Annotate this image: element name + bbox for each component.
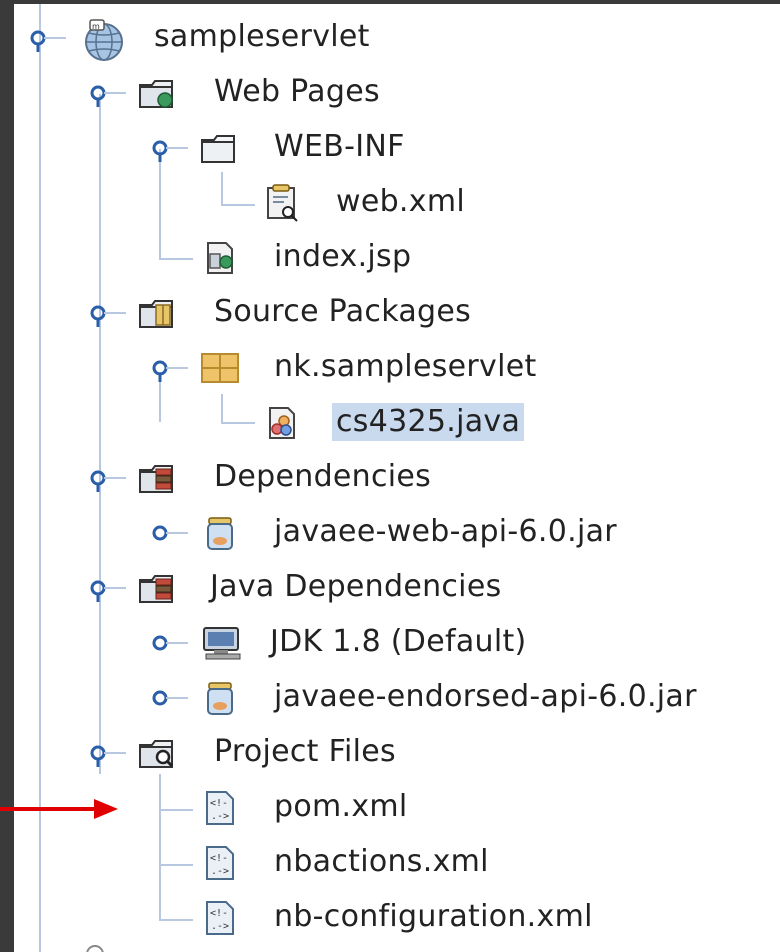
tree-node-label: javaee-web-api-6.0.jar [274,514,617,549]
tree-node-label: sampleservlet [154,19,370,54]
project-files-folder-icon [139,740,174,768]
partial-node-icon [86,945,104,952]
tree-node-java-file[interactable]: cs4325.java [14,397,780,447]
tree-node-java-dependencies[interactable]: Java Dependencies [14,562,780,612]
tree-node-nbactions-xml[interactable]: <!- .-> nbactions.xml [14,837,780,887]
tree-node-jdk[interactable]: JDK 1.8 (Default) [14,617,780,667]
tree-node-label: Dependencies [214,459,432,494]
jsp-file-icon [207,242,233,274]
library-folder-icon [139,465,173,493]
library-folder-icon [139,575,173,603]
collapse-toggle-icon[interactable] [86,576,126,602]
tree-node-label: Java Dependencies [210,569,502,604]
xml-file-icon: <!- .-> [206,901,234,935]
jar-icon [207,517,233,550]
collapse-toggle-icon[interactable] [86,466,126,492]
svg-text:<!-: <!- [210,798,228,809]
tree-node-dependencies[interactable]: Dependencies [14,452,780,502]
tree-node-pom-xml[interactable]: <!- .-> pom.xml [14,782,780,832]
collapse-toggle-icon[interactable] [148,356,188,382]
tree-node-label: nbactions.xml [274,844,489,879]
tree-node-endorsed-jar[interactable]: javaee-endorsed-api-6.0.jar [14,672,780,722]
collapse-toggle-icon[interactable] [26,26,66,52]
tree-node-label: JDK 1.8 (Default) [270,624,527,659]
tree-node-label: javaee-endorsed-api-6.0.jar [274,679,697,714]
expand-toggle-icon[interactable] [148,686,188,710]
xml-file-icon: <!- .-> [206,846,234,880]
svg-text:<!-: <!- [210,908,228,919]
collapse-toggle-icon[interactable] [86,741,126,767]
tree-node-label: Source Packages [214,294,472,329]
project-explorer-tree: m sampleservlet Web Pages WEB-INF web.xm… [14,4,780,952]
tree-node-sampleservlet[interactable]: m sampleservlet [14,12,780,62]
xml-config-icon [267,184,298,222]
jar-icon [207,682,233,715]
tree-node-web-xml[interactable]: web.xml [14,177,780,227]
svg-text:<!-: <!- [210,853,228,864]
folder-icon [201,135,235,163]
tree-node-project-files[interactable]: Project Files [14,727,780,777]
tree-node-label: web.xml [336,184,465,219]
globe-project-icon: m [85,19,123,61]
collapse-toggle-icon[interactable] [86,81,126,107]
xml-file-icon: <!- .-> [206,791,234,825]
tree-node-label: index.jsp [274,239,412,274]
web-folder-icon [139,80,173,108]
expand-toggle-icon[interactable] [148,521,188,545]
tree-node-index-jsp[interactable]: index.jsp [14,232,780,282]
package-icon [201,353,239,383]
tree-node-label: pom.xml [274,789,408,824]
svg-text:.->: .-> [211,811,229,822]
jdk-monitor-icon [203,627,241,660]
source-folder-icon [139,300,173,328]
tree-node-label: nb-configuration.xml [274,899,593,934]
tree-node-source-packages[interactable]: Source Packages [14,287,780,337]
tree-node-label: nk.sampleservlet [274,349,537,384]
tree-node-label: WEB-INF [274,129,405,164]
tree-node-label: Project Files [214,734,396,769]
expand-toggle-icon[interactable] [148,631,188,655]
svg-text:m: m [92,22,100,31]
svg-text:.->: .-> [211,921,229,932]
java-file-icon [269,407,295,439]
tree-node-web-pages[interactable]: Web Pages [14,67,780,117]
svg-text:.->: .-> [211,866,229,877]
tree-node-package[interactable]: nk.sampleservlet [14,342,780,392]
tree-node-label: Web Pages [214,74,380,109]
tree-node-web-inf[interactable]: WEB-INF [14,122,780,172]
annotation-arrow-icon [0,799,118,819]
tree-node-dep-jar[interactable]: javaee-web-api-6.0.jar [14,507,780,557]
collapse-toggle-icon[interactable] [148,136,188,162]
tree-node-nb-configuration-xml[interactable]: <!- .-> nb-configuration.xml [14,892,780,942]
collapse-toggle-icon[interactable] [86,301,126,327]
tree-node-label: cs4325.java [332,403,525,441]
